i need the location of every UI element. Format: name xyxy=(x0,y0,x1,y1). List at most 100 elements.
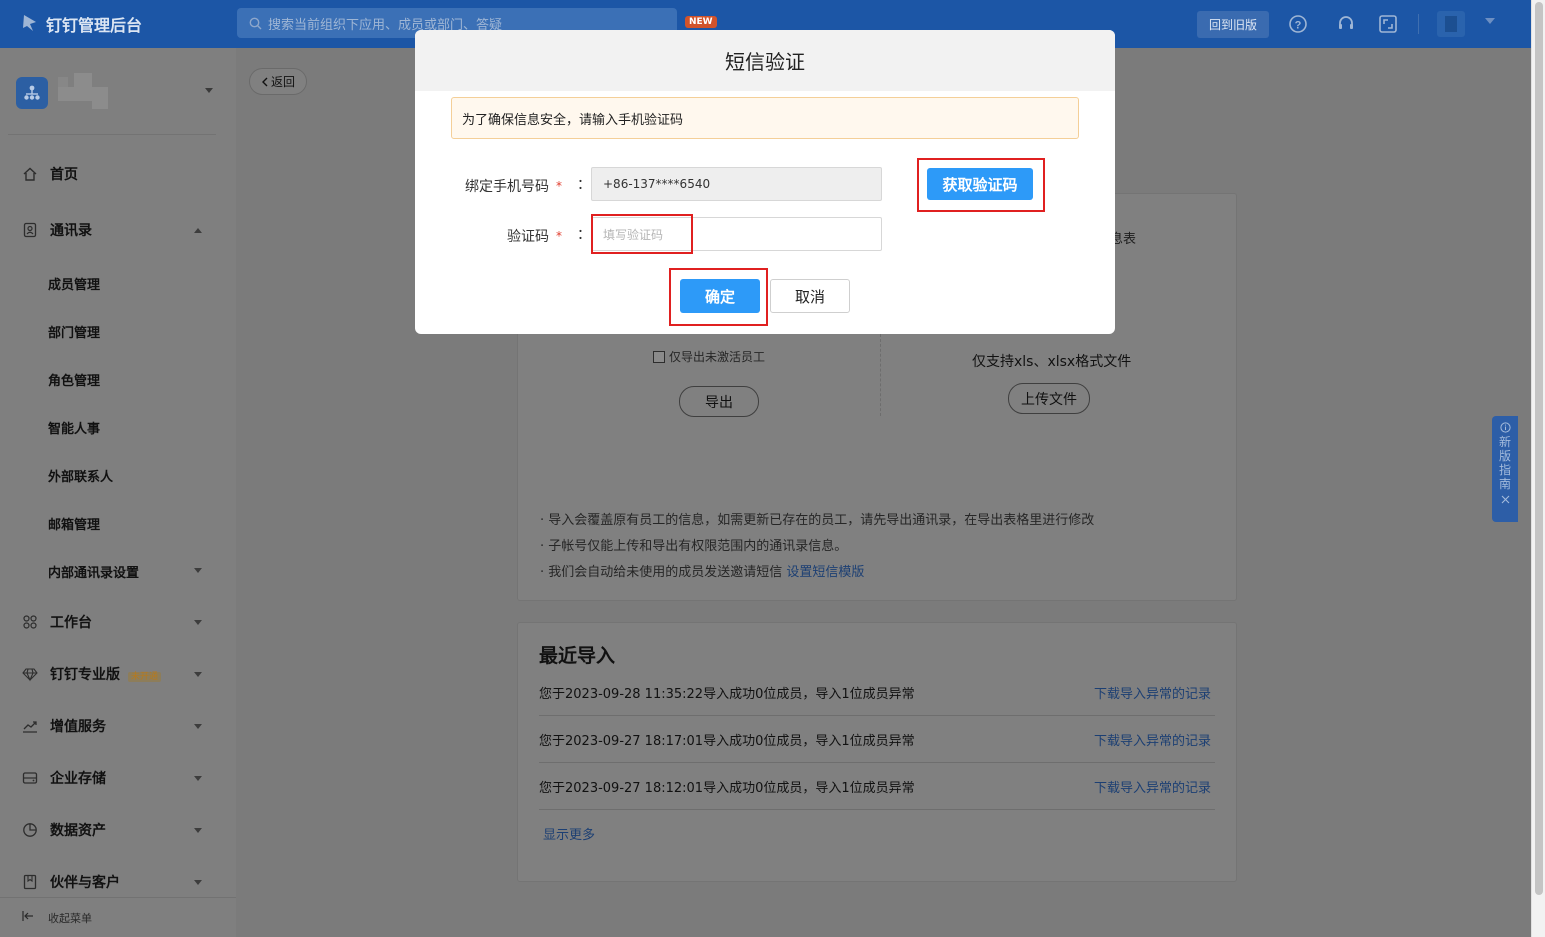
download-error-record-link[interactable]: 下载导入异常的记录 xyxy=(1094,683,1211,702)
file-format-hint: 仅支持xls、xlsx格式文件 xyxy=(972,354,1132,370)
table-row: 您于2023-09-27 18:12:01导入成功0位成员，导入1位成员异常 下… xyxy=(539,763,1215,810)
checkbox-box[interactable] xyxy=(653,350,665,363)
sidebar-subitem-external-contacts[interactable]: 外部联系人 xyxy=(48,463,113,487)
sidebar-item-label: 增值服务 xyxy=(50,719,106,735)
sidebar: 首页 通讯录 成员管理 部门管理 角色管理 智能人事 外部联系人 邮箱管理 内部… xyxy=(0,48,236,937)
trend-icon xyxy=(21,717,39,735)
guide-char: 版 xyxy=(1498,449,1511,463)
guide-char: 南 xyxy=(1498,477,1511,491)
topbar-divider xyxy=(1418,14,1419,34)
chevron-down-icon xyxy=(194,827,202,833)
show-more-link[interactable]: 显示更多 xyxy=(543,824,595,843)
panel-divider xyxy=(880,334,881,416)
chevron-down-icon xyxy=(194,775,202,781)
chevron-up-icon xyxy=(194,227,202,233)
dialog-title: 短信验证 xyxy=(725,50,805,74)
help-icon[interactable]: ? xyxy=(1287,13,1309,35)
upload-file-button[interactable]: 上传文件 xyxy=(1008,383,1090,414)
org-switcher[interactable] xyxy=(16,73,122,113)
chevron-down-icon xyxy=(194,619,202,625)
set-sms-template-link[interactable]: 设置短信模版 xyxy=(786,565,864,580)
chevron-left-icon xyxy=(261,77,268,86)
import-record-text: 您于2023-09-27 18:17:01导入成功0位成员，导入1位成员异常 xyxy=(539,733,915,749)
download-error-record-link[interactable]: 下载导入异常的记录 xyxy=(1094,777,1211,796)
sidebar-subitem-department-management[interactable]: 部门管理 xyxy=(48,319,100,343)
info-icon xyxy=(1499,422,1511,433)
sidebar-subitem-mailbox-management[interactable]: 邮箱管理 xyxy=(48,511,100,535)
sidebar-item-label: 工作台 xyxy=(50,615,92,631)
phone-number-field: +86-137****6540 xyxy=(591,167,882,201)
collapse-left-icon xyxy=(22,910,34,925)
chevron-down-icon[interactable] xyxy=(205,88,213,93)
sidebar-item-label: 首页 xyxy=(50,167,78,183)
import-record-text: 您于2023-09-27 18:12:01导入成功0位成员，导入1位成员异常 xyxy=(539,780,915,796)
back-to-old-version-button[interactable]: 回到旧版 xyxy=(1197,11,1269,38)
sidebar-item-dingtalk-pro[interactable]: 钉钉专业版 未开通 xyxy=(0,660,230,688)
tip-sub-account: · 子帐号仅能上传和导出有权限范围内的通讯录信息。 xyxy=(540,539,848,554)
collapse-menu-button[interactable]: 收起菜单 xyxy=(0,897,236,937)
org-icon xyxy=(16,77,48,109)
sidebar-subitem-role-management[interactable]: 角色管理 xyxy=(48,367,100,391)
guide-char: 指 xyxy=(1498,463,1511,477)
page-scrollbar[interactable] xyxy=(1531,0,1545,937)
dialog-header: 短信验证 xyxy=(415,30,1115,91)
highlight-box-get-code xyxy=(917,158,1045,212)
sidebar-item-label: 伙伴与客户 xyxy=(50,875,120,891)
sidebar-item-home[interactable]: 首页 xyxy=(0,160,230,188)
sidebar-subitem-member-management[interactable]: 成员管理 xyxy=(48,271,100,295)
guide-char: 新 xyxy=(1498,435,1511,449)
pie-chart-icon xyxy=(21,821,39,839)
field-colon: ： xyxy=(577,227,591,243)
export-inactive-only-label: 仅导出未激活员工 xyxy=(669,350,766,364)
tip-overwrite: · 导入会覆盖原有员工的信息，如需更新已存在的员工，请先导出通讯录，在导出表格里… xyxy=(540,513,1095,528)
sidebar-subitem-smart-hr[interactable]: 智能人事 xyxy=(48,415,100,439)
not-activated-badge: 未开通 xyxy=(128,672,162,682)
phone-number-label: 绑定手机号码 xyxy=(465,179,549,195)
sidebar-item-value-added-services[interactable]: 增值服务 xyxy=(0,712,230,740)
close-icon[interactable] xyxy=(1501,495,1510,504)
search-icon xyxy=(249,17,262,29)
new-badge: NEW xyxy=(685,16,717,28)
fullscreen-icon[interactable] xyxy=(1377,13,1399,35)
org-name-redacted xyxy=(58,73,122,113)
security-notice: 为了确保信息安全，请输入手机验证码 xyxy=(451,97,1079,139)
back-button[interactable]: 返回 xyxy=(249,68,307,95)
sidebar-item-partners-customers[interactable]: 伙伴与客户 xyxy=(0,868,230,896)
sidebar-item-label: 数据资产 xyxy=(50,823,106,839)
dingtalk-logo-icon xyxy=(23,15,36,31)
scrollbar-thumb[interactable] xyxy=(1535,2,1543,895)
download-error-record-link[interactable]: 下载导入异常的记录 xyxy=(1094,730,1211,749)
export-button[interactable]: 导出 xyxy=(679,386,759,417)
chevron-down-icon[interactable] xyxy=(1485,18,1495,24)
user-avatar[interactable] xyxy=(1437,11,1465,37)
app-logo[interactable]: 钉钉管理后台 xyxy=(22,12,142,36)
sidebar-item-contacts[interactable]: 通讯录 xyxy=(0,216,230,244)
back-button-label: 返回 xyxy=(270,75,295,89)
export-inactive-only-checkbox[interactable]: 仅导出未激活员工 xyxy=(653,348,765,365)
chevron-down-icon[interactable] xyxy=(194,568,202,573)
table-row: 您于2023-09-28 11:35:22导入成功0位成员，导入1位成员异常 下… xyxy=(539,669,1215,716)
bookmark-icon xyxy=(21,873,39,891)
sidebar-item-enterprise-storage[interactable]: 企业存储 xyxy=(0,764,230,792)
required-mark: * xyxy=(556,179,562,193)
field-colon: ： xyxy=(577,177,591,193)
sidebar-item-workbench[interactable]: 工作台 xyxy=(0,608,230,636)
sidebar-divider xyxy=(8,134,216,135)
apps-grid-icon xyxy=(21,613,39,631)
chevron-down-icon xyxy=(194,723,202,729)
import-record-text: 您于2023-09-28 11:35:22导入成功0位成员，导入1位成员异常 xyxy=(539,686,915,702)
new-version-guide-tab[interactable]: 新 版 指 南 xyxy=(1492,416,1518,522)
app-title: 钉钉管理后台 xyxy=(46,16,143,35)
home-icon xyxy=(21,165,39,183)
storage-icon xyxy=(21,769,39,787)
sidebar-item-data-assets[interactable]: 数据资产 xyxy=(0,816,230,844)
sidebar-subitem-internal-contacts-settings[interactable]: 内部通讯录设置 xyxy=(48,559,139,583)
chevron-down-icon xyxy=(194,671,202,677)
required-mark: * xyxy=(556,229,562,243)
svg-text:?: ? xyxy=(1295,20,1302,32)
sidebar-item-label: 通讯录 xyxy=(50,223,92,239)
collapse-menu-label: 收起菜单 xyxy=(48,911,92,925)
customer-service-icon[interactable] xyxy=(1335,13,1357,35)
cancel-button[interactable]: 取消 xyxy=(770,279,850,313)
table-row: 您于2023-09-27 18:17:01导入成功0位成员，导入1位成员异常 下… xyxy=(539,716,1215,763)
